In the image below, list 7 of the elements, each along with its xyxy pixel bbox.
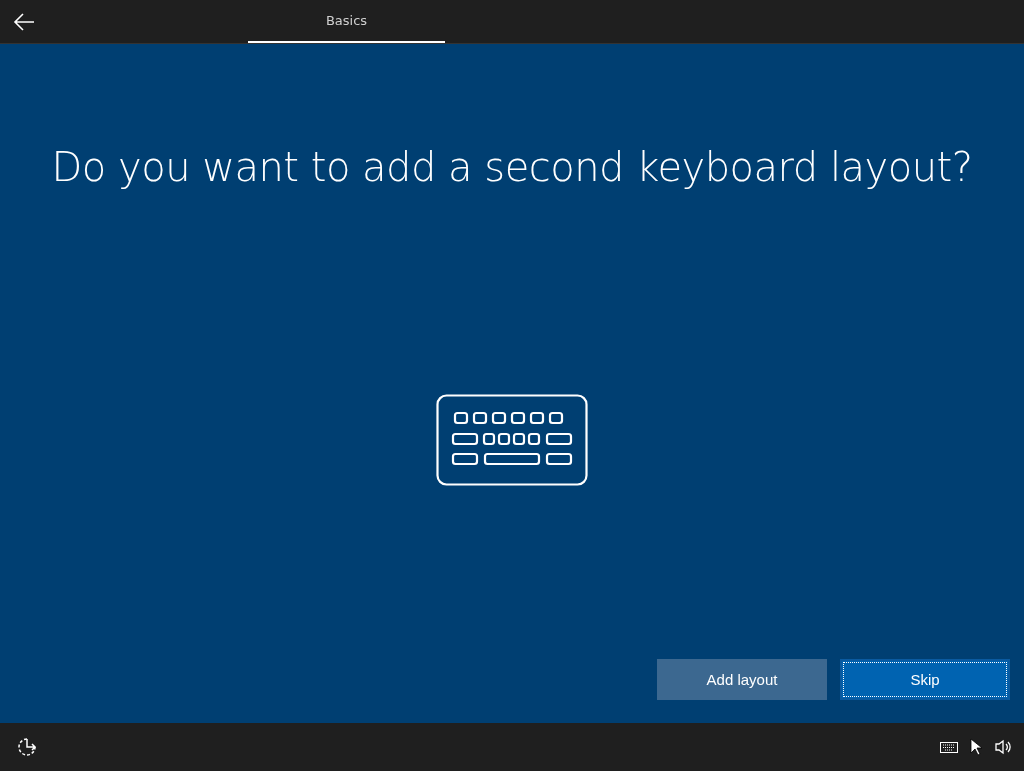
page-heading: Do you want to add a second keyboard layout?: [50, 144, 974, 190]
mouse-pointer-icon: [970, 738, 982, 756]
speaker-icon[interactable]: [994, 739, 1012, 755]
keyboard-icon[interactable]: [940, 741, 958, 753]
action-button[interactable]: Skip: [840, 659, 1010, 700]
action-button[interactable]: Add layout: [657, 659, 827, 700]
keyboard-icon: [436, 393, 588, 486]
